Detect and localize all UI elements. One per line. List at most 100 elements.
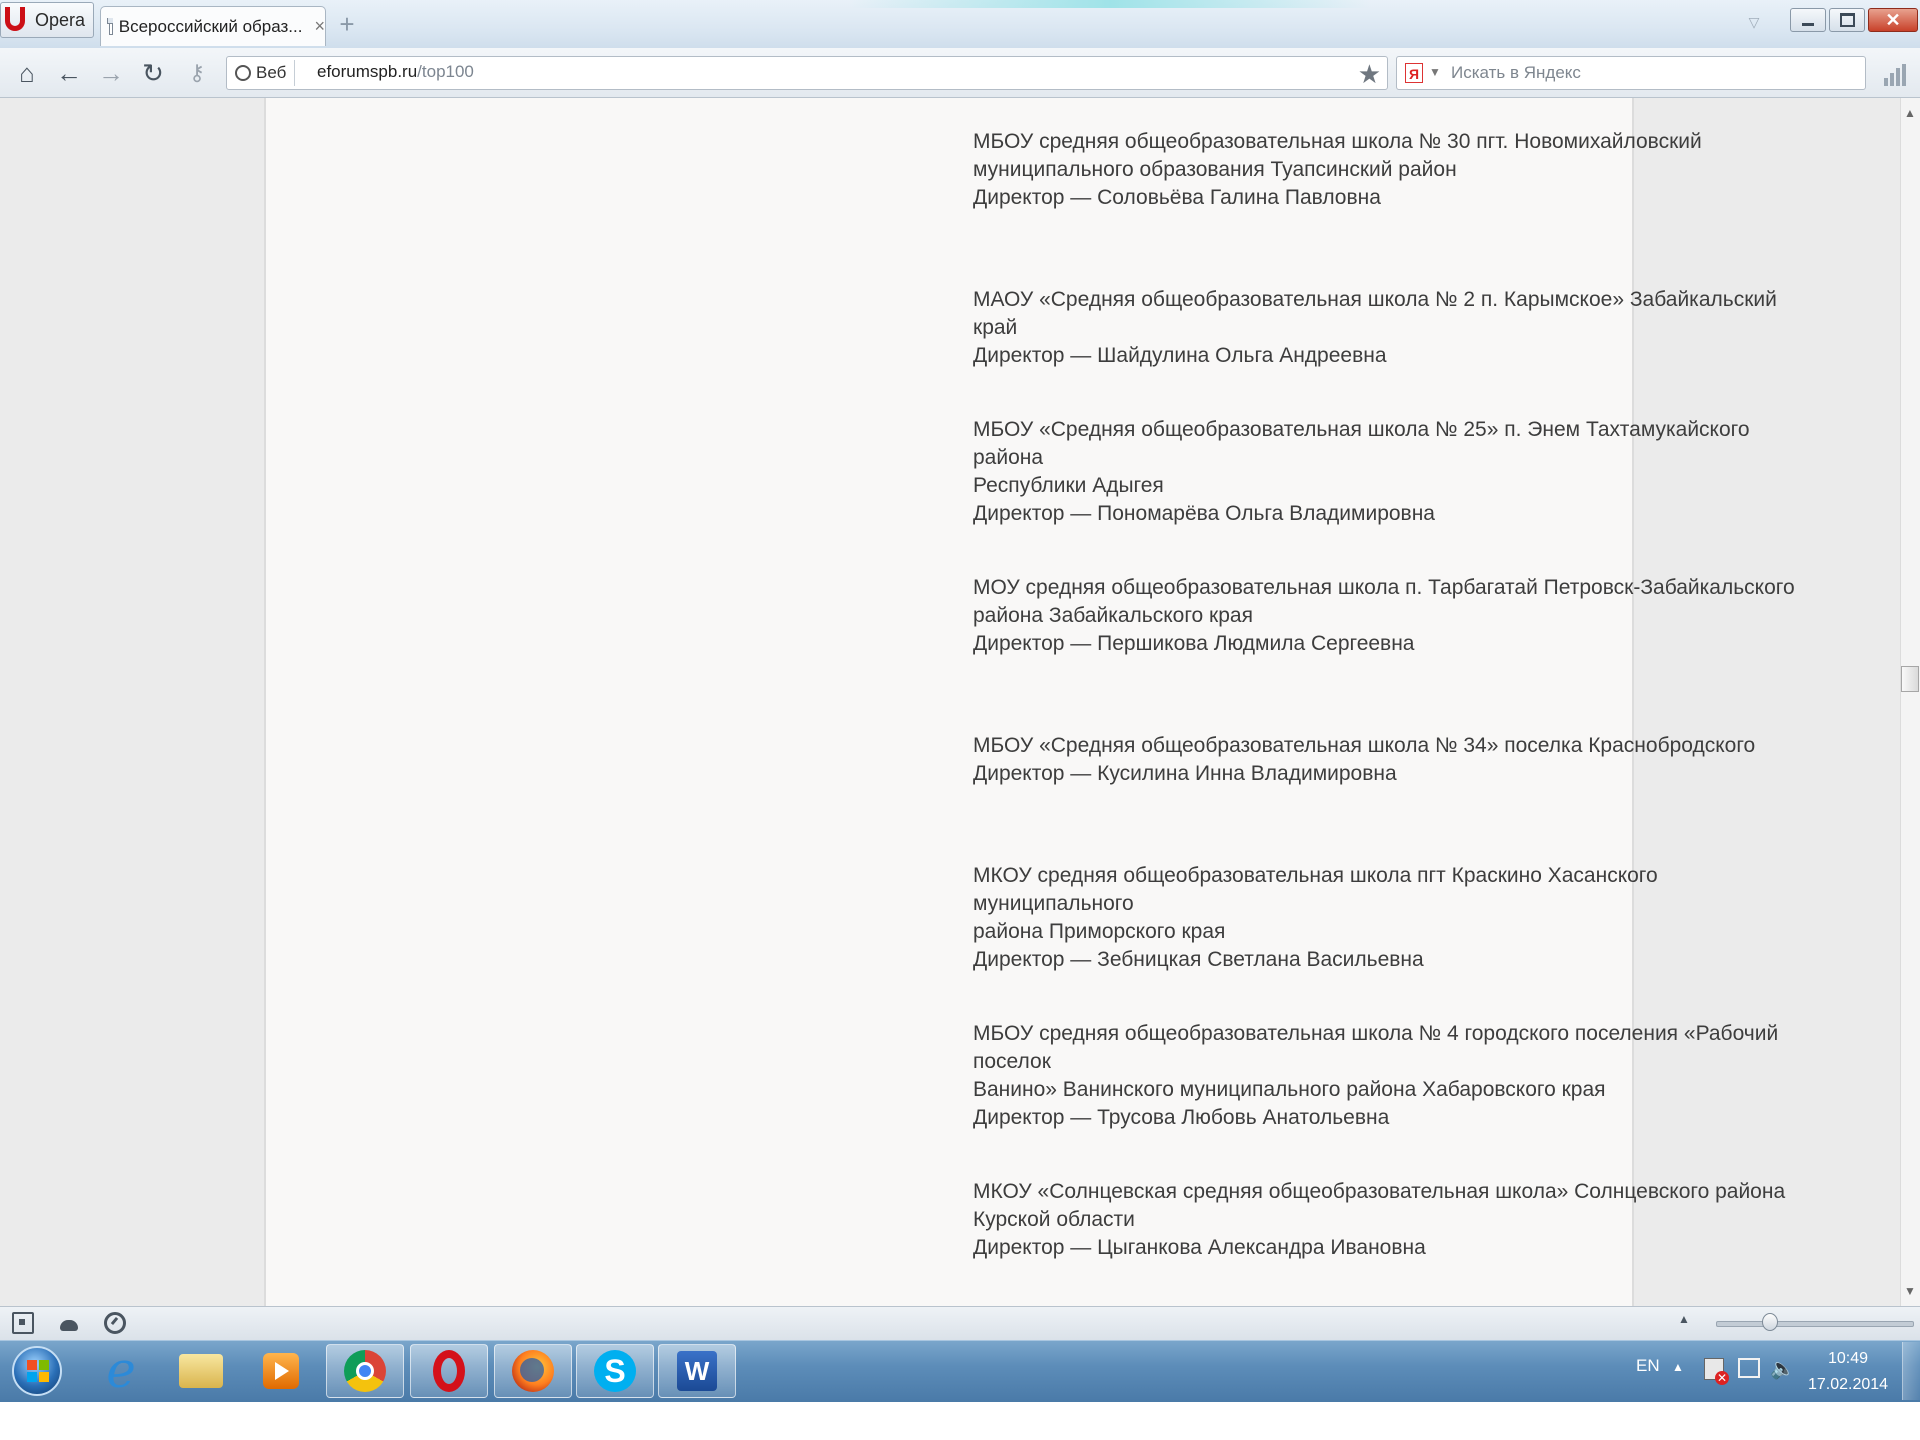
tab-title: Всероссийский образ...: [118, 16, 303, 36]
windows-logo-icon: [12, 1346, 62, 1396]
folder-icon: [179, 1354, 223, 1388]
home-icon[interactable]: ⌂: [12, 58, 42, 88]
tray-expand-icon[interactable]: ▲: [1672, 1360, 1684, 1374]
network-icon[interactable]: [1738, 1358, 1760, 1378]
school-name: МБОУ средняя общеобразовательная школа №…: [973, 130, 1702, 153]
school-name: Ванино» Ванинского муниципального района…: [973, 1078, 1606, 1101]
list-item: МОУ средняя общеобразовательная школа п.…: [973, 574, 1813, 658]
system-clock[interactable]: 10:49 17.02.2014: [1808, 1346, 1888, 1398]
school-name: МБОУ средняя общеобразовательная школа №…: [973, 1022, 1779, 1073]
taskbar-word[interactable]: W: [658, 1344, 736, 1398]
search-placeholder: Искать в Яндекс: [1451, 63, 1581, 82]
tab-close-icon[interactable]: ×: [314, 16, 325, 37]
school-name: МКОУ средняя общеобразовательная школа п…: [973, 864, 1658, 915]
taskbar-file-explorer[interactable]: [162, 1344, 240, 1398]
globe-icon: [235, 65, 251, 81]
turbo-icon[interactable]: [104, 1312, 126, 1334]
zoom-arrow-icon[interactable]: ▲: [1678, 1312, 1690, 1326]
director-line: Директор — Соловьёва Галина Павловна: [973, 186, 1381, 209]
close-window-button[interactable]: ✕: [1868, 8, 1918, 32]
url-domain: eforumspb.ru: [317, 62, 418, 81]
school-name: МБОУ «Средняя общеобразовательная школа …: [973, 418, 1750, 469]
vertical-scrollbar[interactable]: [1900, 98, 1920, 1306]
opera-menu-label: Opera: [35, 9, 86, 30]
zoom-slider[interactable]: [1716, 1321, 1914, 1327]
key-icon[interactable]: ⚷: [182, 58, 212, 88]
list-item: МАОУ «Средняя общеобразовательная школа …: [973, 286, 1813, 370]
firefox-icon: [512, 1350, 554, 1392]
chrome-icon: [344, 1350, 386, 1392]
school-name: МКОУ «Солнцевская средняя общеобразовате…: [973, 1180, 1786, 1203]
zoom-slider-handle[interactable]: [1762, 1313, 1778, 1331]
reload-icon[interactable]: ↻: [138, 58, 168, 88]
site-mode-label: Веб: [256, 63, 287, 82]
restore-button[interactable]: [1829, 8, 1865, 32]
school-name: МОУ средняя общеобразовательная школа п.…: [973, 576, 1795, 599]
status-bar: [0, 1306, 1920, 1340]
tab-list-chevron-icon[interactable]: ▽: [1744, 14, 1764, 34]
bottom-margin: [0, 1402, 1920, 1440]
start-button[interactable]: [6, 1343, 68, 1399]
media-player-icon: [263, 1353, 299, 1389]
word-icon: W: [677, 1351, 717, 1391]
cloud-icon[interactable]: [58, 1312, 80, 1334]
school-name: МБОУ «Средняя общеобразовательная школа …: [973, 734, 1756, 757]
search-field[interactable]: Я ▼ Искать в Яндекс: [1396, 56, 1866, 90]
director-line: Директор — Трусова Любовь Анатольевна: [973, 1106, 1390, 1129]
scrollbar-thumb[interactable]: [1901, 666, 1919, 692]
school-name: района Забайкальского края: [973, 604, 1253, 627]
director-line: Директор — Зебницкая Светлана Васильевна: [973, 948, 1424, 971]
action-center-flag-icon[interactable]: [1704, 1358, 1729, 1385]
list-item: МКОУ «Солнцевская средняя общеобразовате…: [973, 1178, 1813, 1262]
forward-arrow-icon[interactable]: →: [96, 58, 126, 88]
list-item: МБОУ средняя общеобразовательная школа №…: [973, 1020, 1813, 1132]
school-name: Республики Адыгея: [973, 474, 1164, 497]
list-item: МБОУ средняя общеобразовательная школа №…: [973, 128, 1813, 212]
page-icon: [106, 18, 113, 35]
address-bar[interactable]: Веб eforumspb.ru/top100 ★: [226, 56, 1388, 90]
url-path: /top100: [417, 62, 474, 81]
director-line: Директор — Шайдулина Ольга Андреевна: [973, 344, 1387, 367]
page-content: МБОУ средняя общеобразовательная школа №…: [264, 98, 1795, 1306]
list-item: МКОУ средняя общеобразовательная школа п…: [973, 862, 1813, 974]
taskbar-media-player[interactable]: [242, 1344, 320, 1398]
scroll-up-icon[interactable]: ▲: [1904, 106, 1916, 120]
school-name: муниципального образования Туапсинский р…: [973, 158, 1457, 181]
school-name: Курской области: [973, 1208, 1135, 1231]
signal-bars-icon: [1884, 62, 1906, 86]
list-item: МБОУ «Средняя общеобразовательная школа …: [973, 732, 1813, 788]
volume-icon[interactable]: 🔈: [1770, 1356, 1795, 1381]
site-info-badge[interactable]: Веб: [231, 60, 296, 86]
scroll-down-icon[interactable]: ▼: [1904, 1284, 1916, 1298]
bookmark-star-icon[interactable]: ★: [1358, 59, 1381, 90]
taskbar-internet-explorer[interactable]: e: [82, 1344, 160, 1398]
internet-explorer-icon: e: [106, 1341, 136, 1399]
language-indicator[interactable]: EN: [1636, 1356, 1660, 1376]
taskbar-firefox[interactable]: [494, 1344, 572, 1398]
back-arrow-icon[interactable]: ←: [54, 58, 84, 88]
yandex-icon[interactable]: Я: [1405, 63, 1423, 83]
clock-time: 10:49: [1827, 1350, 1869, 1367]
taskbar-chrome[interactable]: [326, 1344, 404, 1398]
panel-toggle-icon[interactable]: [12, 1312, 34, 1334]
school-name: МАОУ «Средняя общеобразовательная школа …: [973, 288, 1777, 339]
director-line: Директор — Цыганкова Александра Ивановна: [973, 1236, 1426, 1259]
taskbar-skype[interactable]: S: [576, 1344, 654, 1398]
opera-icon: [433, 1350, 465, 1392]
list-item: МБОУ «Средняя общеобразовательная школа …: [973, 416, 1813, 528]
clock-date: 17.02.2014: [1808, 1376, 1889, 1393]
minimize-button[interactable]: [1790, 8, 1826, 32]
show-desktop-button[interactable]: [1902, 1342, 1920, 1400]
school-name: района Приморского края: [973, 920, 1226, 943]
new-tab-button[interactable]: +: [334, 11, 360, 38]
director-line: Директор — Кусилина Инна Владимировна: [973, 762, 1397, 785]
director-line: Директор — Пономарёва Ольга Владимировна: [973, 502, 1435, 525]
opera-menu-button[interactable]: Opera: [0, 2, 94, 38]
director-line: Директор — Першикова Людмила Сергеевна: [973, 632, 1415, 655]
search-engine-chevron-icon[interactable]: ▼: [1429, 65, 1441, 79]
opera-logo-icon: [5, 7, 27, 33]
url-text[interactable]: eforumspb.ru/top100: [317, 62, 474, 82]
skype-icon: S: [594, 1350, 636, 1392]
taskbar-opera[interactable]: [410, 1344, 488, 1398]
tab-active[interactable]: Всероссийский образ... ×: [100, 6, 326, 46]
